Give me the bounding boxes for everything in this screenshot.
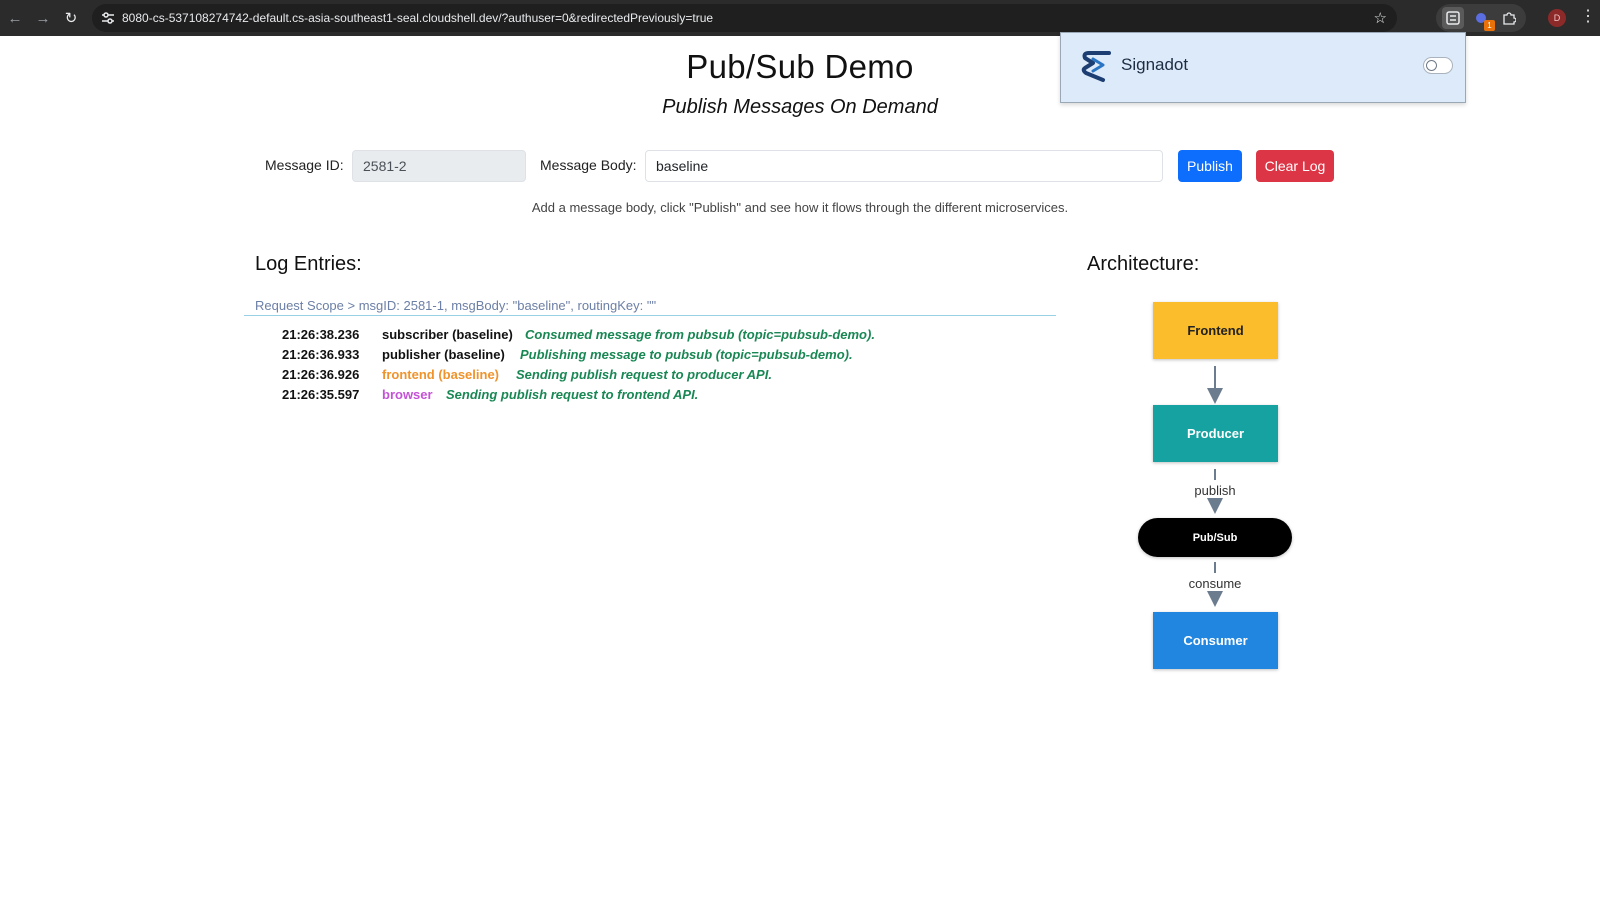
reload-icon[interactable]: ↻ <box>60 7 82 29</box>
log-timestamp: 21:26:35.597 <box>282 387 360 402</box>
consumer-node: Consumer <box>1153 612 1278 669</box>
signadot-popup: Signadot <box>1060 32 1466 103</box>
forward-icon[interactable]: → <box>32 7 54 29</box>
log-service: publisher (baseline) <box>382 347 505 362</box>
browser-toolbar: ← → ↻ 8080-cs-537108274742-default.cs-as… <box>0 0 1600 36</box>
architecture-heading: Architecture: <box>1087 253 1200 275</box>
browser-menu-icon[interactable]: ⋮ <box>1580 8 1596 26</box>
url-text[interactable]: 8080-cs-537108274742-default.cs-asia-sou… <box>122 11 713 25</box>
bookmark-star-icon[interactable]: ☆ <box>1374 9 1387 27</box>
site-settings-icon[interactable] <box>100 10 116 26</box>
log-timestamp: 21:26:36.933 <box>282 347 360 362</box>
toggle-knob <box>1426 60 1437 71</box>
frontend-node: Frontend <box>1153 302 1278 359</box>
log-entries-heading: Log Entries: <box>255 253 362 275</box>
request-scope: Request Scope > msgID: 2581-1, msgBody: … <box>255 298 657 313</box>
message-body-input[interactable]: baseline <box>645 150 1163 182</box>
log-service: subscriber (baseline) <box>382 327 513 342</box>
clear-log-button[interactable]: Clear Log <box>1256 150 1334 182</box>
log-service: frontend (baseline) <box>382 367 500 382</box>
signadot-extension-icon[interactable] <box>1442 7 1464 29</box>
message-id-field: 2581-2 <box>352 150 526 182</box>
back-icon[interactable]: ← <box>4 7 26 29</box>
signadot-toggle[interactable] <box>1423 57 1453 74</box>
puzzle-extensions-icon[interactable] <box>1498 7 1520 29</box>
log-message: Sending publish request to producer API. <box>516 367 772 382</box>
publish-edge-label: publish <box>1194 483 1236 498</box>
profile-avatar[interactable]: D <box>1548 9 1566 27</box>
log-service: browser <box>382 387 433 402</box>
address-bar[interactable]: 8080-cs-537108274742-default.cs-asia-sou… <box>92 4 1397 32</box>
message-id-label: Message ID: <box>265 157 344 173</box>
signadot-brand: Signadot <box>1121 55 1189 74</box>
publish-form: Message ID: 2581-2 Message Body: baselin… <box>0 150 1600 182</box>
log-message: Consumed message from pubsub (topic=pubs… <box>525 327 875 342</box>
log-timestamp: 21:26:36.926 <box>282 367 360 382</box>
bug-extension-icon[interactable]: 1 <box>1470 7 1495 31</box>
log-timestamp: 21:26:38.236 <box>282 327 360 342</box>
form-hint: Add a message body, click "Publish" and … <box>531 200 1069 215</box>
consume-edge-label: consume <box>1188 576 1242 591</box>
publish-button[interactable]: Publish <box>1178 150 1242 182</box>
log-message: Sending publish request to frontend API. <box>446 387 699 402</box>
signadot-logo-icon <box>1079 49 1115 88</box>
extensions-group: 1 <box>1436 4 1526 32</box>
log-message: Publishing message to pubsub (topic=pubs… <box>520 347 853 362</box>
message-body-label: Message Body: <box>540 157 637 173</box>
scope-divider <box>244 315 1056 316</box>
extension-badge: 1 <box>1484 20 1495 31</box>
